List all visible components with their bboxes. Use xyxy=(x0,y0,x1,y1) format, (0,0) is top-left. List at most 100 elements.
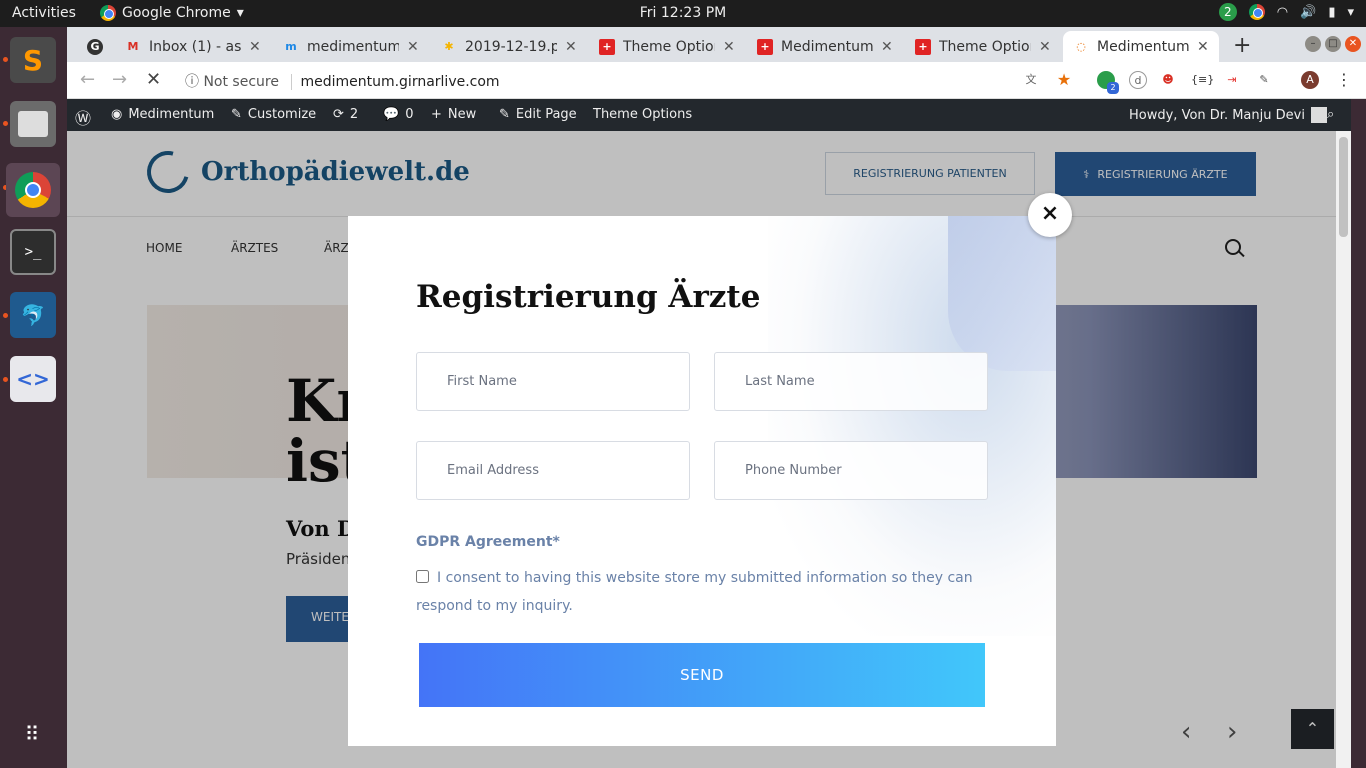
maximize-button[interactable]: □ xyxy=(1325,36,1341,52)
tab-strip: G M Inbox (1) - ash ✕ m medimentum ✕ ✱ 2019-1… xyxy=(67,27,1366,62)
modal-title: Registrierung Ärzte xyxy=(416,279,761,315)
battery-icon[interactable]: ▮ xyxy=(1328,5,1335,20)
running-indicator xyxy=(3,377,8,382)
toolbar: ← → ✕ ⓘ Not secure medimentum.girnarlive… xyxy=(67,62,1366,99)
profile-avatar[interactable]: A xyxy=(1301,71,1319,89)
close-modal-button[interactable]: × xyxy=(1028,193,1072,237)
sublime-text-icon[interactable]: S xyxy=(10,37,56,83)
tab-label: Medimentum xyxy=(781,38,873,55)
wifi-icon[interactable]: ◠ xyxy=(1277,5,1288,20)
page-scrollbar[interactable] xyxy=(1336,131,1351,768)
close-tab-icon[interactable]: ✕ xyxy=(1197,39,1209,55)
wp-edit-page-link[interactable]: ✎ Edit Page xyxy=(499,107,577,122)
close-window-button[interactable]: ✕ xyxy=(1345,36,1361,52)
email-field[interactable] xyxy=(416,441,690,500)
close-tab-icon[interactable]: ✕ xyxy=(881,39,893,55)
close-tab-icon[interactable]: ✕ xyxy=(407,39,419,55)
wp-howdy-label: Howdy, Von Dr. Manju Devi xyxy=(1129,107,1305,123)
wp-site-label: Medimentum xyxy=(128,107,215,122)
wp-theme-options-label: Theme Options xyxy=(593,107,693,122)
clock[interactable]: Fri 12:23 PM xyxy=(0,5,1366,21)
tab-label: Theme Option xyxy=(939,38,1031,55)
wp-new-link[interactable]: + New xyxy=(431,107,476,122)
tab-pinned-g[interactable]: G xyxy=(77,31,113,62)
chrome-icon[interactable] xyxy=(6,163,60,217)
consent-text: I consent to having this website store m… xyxy=(416,570,973,614)
tab-photo[interactable]: ✱ 2019-12-19.pn ✕ xyxy=(431,31,587,62)
chrome-tray-icon[interactable] xyxy=(1248,4,1265,20)
wp-site-link[interactable]: ◉ Medimentum xyxy=(111,107,214,122)
back-button[interactable]: ← xyxy=(80,69,95,90)
code-editor-icon[interactable]: <> xyxy=(10,356,56,402)
tab-theme-options-2[interactable]: + Theme Option ✕ xyxy=(905,31,1061,62)
gmail-icon: M xyxy=(127,40,139,53)
tab-medimentum[interactable]: m medimentum ✕ xyxy=(273,31,429,62)
terminal-icon[interactable]: >_ xyxy=(10,229,56,275)
desktop-edge xyxy=(1351,99,1366,768)
wp-customize-link[interactable]: ✎ Customize xyxy=(231,107,316,122)
system-tray[interactable]: 2 ◠ 🔊 ▮ ▾ xyxy=(1218,3,1354,21)
tab-medimentum-2[interactable]: + Medimentum ✕ xyxy=(747,31,903,62)
forward-button[interactable]: → xyxy=(112,69,127,90)
wp-comments-count: 0 xyxy=(405,107,414,122)
wp-admin-bar: Ⓦ ◉ Medimentum ✎ Customize ⟳ 2 💬 0 + New ✎ Edi… xyxy=(67,99,1351,131)
santa-extension-icon[interactable]: ☻ xyxy=(1159,71,1177,89)
wordpress-logo-icon[interactable]: Ⓦ xyxy=(75,105,91,129)
eyedropper-extension-icon[interactable]: ✎ xyxy=(1255,71,1273,89)
power-menu-icon[interactable]: ▾ xyxy=(1347,5,1354,20)
json-extension-icon[interactable]: {≡} xyxy=(1191,71,1214,89)
plus-icon: + xyxy=(431,107,442,122)
brush-icon: ✎ xyxy=(231,107,242,122)
d-extension-icon[interactable]: d xyxy=(1129,71,1147,89)
running-indicator xyxy=(3,313,8,318)
first-name-field[interactable] xyxy=(416,352,690,411)
notification-badge[interactable]: 2 xyxy=(1218,3,1237,21)
medimentum-icon: m xyxy=(285,40,297,53)
wp-account-menu[interactable]: Howdy, Von Dr. Manju Devi xyxy=(1129,107,1327,123)
wp-updates-link[interactable]: ⟳ 2 xyxy=(333,107,358,122)
send-button[interactable]: SEND xyxy=(419,643,985,707)
wp-theme-options-link[interactable]: Theme Options xyxy=(593,107,692,122)
consent-checkbox[interactable] xyxy=(416,570,429,583)
system-top-bar: Activities Google Chrome ▾ Fri 12:23 PM … xyxy=(0,0,1366,27)
scrollbar-thumb[interactable] xyxy=(1339,137,1348,237)
user-avatar xyxy=(1310,107,1327,123)
url-text[interactable]: medimentum.girnarlive.com xyxy=(291,74,500,90)
bookmark-star-icon[interactable]: ★ xyxy=(1055,71,1073,89)
close-tab-icon[interactable]: ✕ xyxy=(723,39,735,55)
wp-comments-link[interactable]: 💬 0 xyxy=(383,107,413,122)
dashboard-icon: ◉ xyxy=(111,107,123,122)
new-tab-button[interactable]: + xyxy=(1233,33,1251,58)
last-name-field[interactable] xyxy=(714,352,988,411)
app-grid-icon[interactable]: ⠿ xyxy=(10,711,56,757)
files-icon[interactable] xyxy=(10,101,56,147)
loading-icon: ◌ xyxy=(1076,40,1086,53)
tab-inbox[interactable]: M Inbox (1) - ash ✕ xyxy=(115,31,271,62)
wp-updates-count: 2 xyxy=(349,107,359,122)
tab-label: medimentum xyxy=(307,38,399,55)
minimize-button[interactable]: – xyxy=(1305,36,1321,52)
volume-icon[interactable]: 🔊 xyxy=(1300,5,1316,20)
tab-label: 2019-12-19.pn xyxy=(465,38,557,55)
close-tab-icon[interactable]: ✕ xyxy=(249,39,261,55)
wp-search-icon[interactable]: ⌕ xyxy=(1327,107,1334,122)
swiss-icon: + xyxy=(599,38,615,55)
mysql-workbench-icon[interactable]: 🐬 xyxy=(10,292,56,338)
g-icon: G xyxy=(87,38,103,55)
security-label: Not secure xyxy=(203,74,279,90)
close-tab-icon[interactable]: ✕ xyxy=(565,39,577,55)
translate-icon[interactable]: 文 xyxy=(1022,71,1040,89)
running-indicator xyxy=(3,121,8,126)
info-icon[interactable]: ⓘ xyxy=(185,74,199,90)
tab-theme-options-1[interactable]: + Theme Option ✕ xyxy=(589,31,745,62)
stop-button[interactable]: ✕ xyxy=(146,69,161,90)
omnibox[interactable]: ⓘ Not secure medimentum.girnarlive.com xyxy=(185,71,500,91)
arrow-extension-icon[interactable]: ⇥ xyxy=(1223,71,1241,89)
doctor-coat-image xyxy=(948,216,1056,371)
chrome-menu-icon[interactable]: ⋮ xyxy=(1335,71,1353,89)
consent-row: I consent to having this website store m… xyxy=(416,564,1016,620)
phone-field[interactable] xyxy=(714,441,988,500)
tab-medimentum-active[interactable]: ◌ Medimentum ✕ xyxy=(1063,31,1219,62)
tab-label: Medimentum xyxy=(1097,38,1189,55)
close-tab-icon[interactable]: ✕ xyxy=(1039,39,1051,55)
